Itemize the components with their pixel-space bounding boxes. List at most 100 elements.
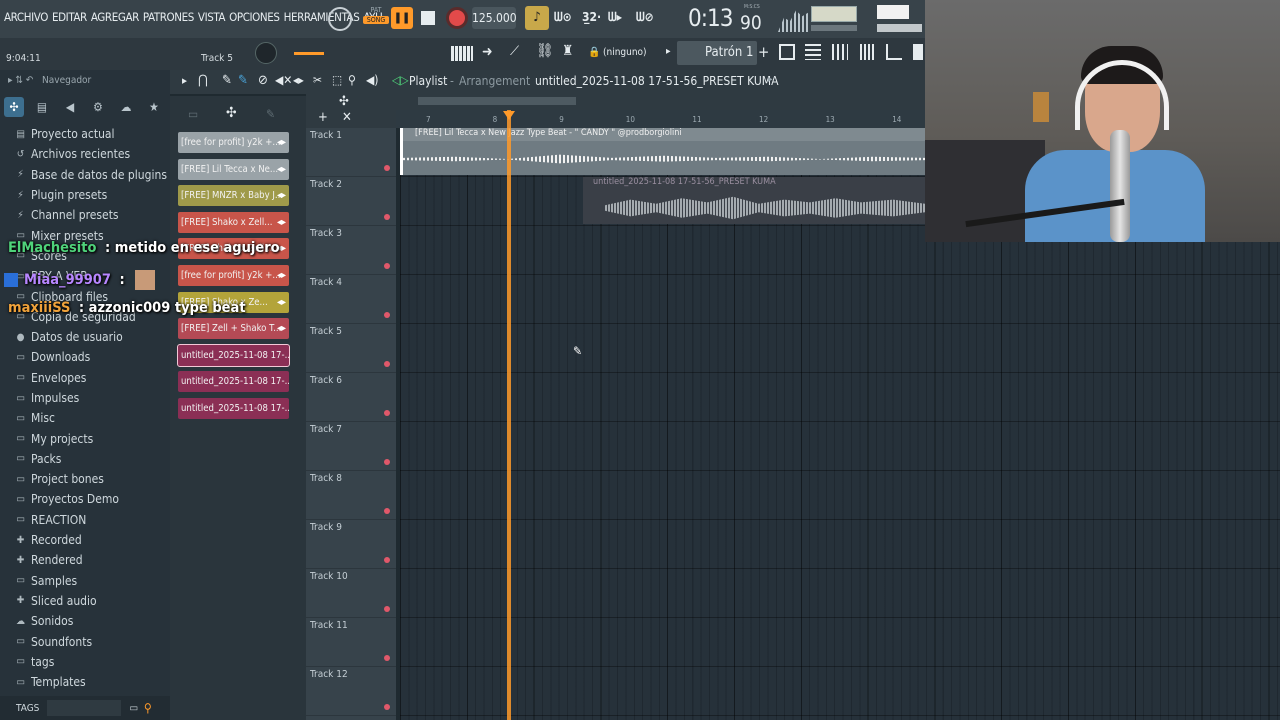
menu-patrones[interactable]: PATRONES [143, 10, 194, 28]
mute-tool-icon[interactable]: ◀✕ [275, 73, 292, 87]
browser-item[interactable]: ✚ Rendered [14, 550, 170, 570]
play-pattern-icon[interactable]: ▸ [666, 46, 671, 57]
track-led-icon[interactable] [384, 459, 390, 465]
pat-label[interactable]: PAT [363, 6, 389, 14]
close-track-icon[interactable]: ✕ [342, 110, 352, 125]
browser-item[interactable]: ▤ Proyecto actual [14, 124, 170, 144]
ghost-icon[interactable]: ▭ [188, 107, 198, 121]
track-led-icon[interactable] [384, 312, 390, 318]
countdown-icon[interactable]: 3̲2· [582, 10, 601, 24]
browser-item[interactable]: ⚡ Channel presets [14, 205, 170, 225]
browser-item[interactable]: ▭ Downloads [14, 347, 170, 367]
browser-item[interactable]: ▭ Project bones [14, 469, 170, 489]
piano-roll-icon[interactable] [451, 46, 473, 61]
add-pattern-icon[interactable]: + [758, 43, 769, 61]
clip-list-item[interactable]: untitled_2025-11-08 17-... [178, 371, 289, 393]
menu-archivo[interactable]: ARCHIVO [4, 10, 48, 28]
clip-list-item[interactable]: untitled_2025-11-08 17-... [177, 343, 290, 367]
browser-toggle-icon[interactable] [886, 44, 902, 60]
browser-item[interactable]: ▭ Impulses [14, 388, 170, 408]
browser-item[interactable]: ▭ Envelopes [14, 368, 170, 388]
browser-item[interactable]: ✚ Recorded [14, 530, 170, 550]
browser-item[interactable]: ▭ Samples [14, 571, 170, 591]
master-volume-knob-icon[interactable] [328, 7, 352, 31]
paint-tool-icon[interactable]: ✎ [238, 73, 248, 88]
browser-cloud-icon[interactable]: ☁ [116, 97, 136, 117]
clip-list-item[interactable]: [free for profit] y2k +... ◂▸ [178, 265, 289, 286]
loop-record-icon[interactable]: ᗯ⊘ [636, 10, 654, 25]
track-header[interactable]: Track 6 [306, 373, 396, 422]
tags-search-input[interactable] [47, 700, 122, 716]
browser-item[interactable]: ↺ Archivos recientes [14, 144, 170, 164]
tool-panel-icon[interactable] [913, 44, 923, 60]
browser-star-icon[interactable]: ★ [144, 97, 164, 117]
timeline-ruler[interactable]: 7 8 9 10 11 12 13 14 [396, 110, 925, 128]
time-display[interactable]: 0:13 M:S:CS 90 [688, 4, 770, 34]
track-header[interactable]: Track 11 [306, 618, 396, 667]
track-led-icon[interactable] [384, 557, 390, 563]
track-header[interactable]: Track 4 [306, 275, 396, 324]
pattern-selector[interactable]: Patrón 1 [677, 41, 757, 65]
track-header[interactable]: Track 2 [306, 177, 396, 226]
step-edit-icon[interactable]: ᗯ▸ [608, 10, 622, 25]
metronome-icon[interactable]: ♪ [525, 6, 549, 30]
clip-list-item[interactable]: [FREE] Lil Tecca x Ne... ◂▸ [178, 158, 289, 180]
browser-all-icon[interactable]: ✣ [4, 97, 24, 117]
browser-plugin-icon[interactable]: ⚙ [88, 97, 108, 117]
draw-tool-icon[interactable]: ✎ [222, 73, 232, 88]
track-header[interactable]: Track 5 [306, 324, 396, 373]
track-led-icon[interactable] [384, 508, 390, 514]
clip-list-item[interactable]: [FREE] MNZR x Baby J... ◂▸ [178, 185, 289, 207]
move-icon[interactable]: ✣ [226, 105, 237, 121]
add-track-icon[interactable]: + [318, 110, 328, 125]
clip-list-item[interactable]: [FREE] Zell + Shako T... ◂▸ [178, 318, 289, 340]
plugin-picker-icon[interactable] [860, 44, 876, 60]
scroll-bar[interactable] [418, 97, 576, 105]
browser-item[interactable]: ⚡ Plugin presets [14, 185, 170, 205]
browser-item[interactable]: ▭ Misc [14, 408, 170, 428]
playhead[interactable] [507, 110, 511, 720]
browser-item[interactable]: ✚ Sliced audio [14, 591, 170, 611]
stop-button[interactable] [421, 11, 435, 25]
track-header[interactable]: Track 3 [306, 226, 396, 275]
channel-rack-icon[interactable] [805, 44, 821, 60]
playhead-marker-icon[interactable] [503, 111, 515, 120]
track-led-icon[interactable] [384, 263, 390, 269]
track-header[interactable]: Track 10 [306, 569, 396, 618]
scroll-move-icon[interactable]: ✣ [339, 94, 349, 109]
news-panel[interactable] [877, 5, 909, 19]
search-icon[interactable]: ⚲ [144, 701, 152, 715]
select-tool-icon[interactable]: ⬚ [332, 73, 342, 87]
pause-button[interactable]: ❚❚ [391, 7, 413, 29]
track-header[interactable]: Track 9 [306, 520, 396, 569]
browser-speaker-icon[interactable]: ◀ [60, 97, 80, 117]
delete-tool-icon[interactable]: ⊘ [258, 73, 268, 88]
record-button[interactable] [446, 7, 468, 29]
mixer-view-icon[interactable] [832, 44, 848, 60]
slice-tool-icon[interactable]: ✂ [313, 73, 322, 87]
menu-vista[interactable]: VISTA [198, 10, 226, 28]
lock-icon[interactable]: 🔒 [588, 47, 600, 58]
pat-song-switch[interactable]: PAT SONG [363, 6, 389, 32]
track-led-icon[interactable] [384, 606, 390, 612]
browser-item[interactable]: ▭ Proyectos Demo [14, 489, 170, 509]
track-header[interactable]: Track 8 [306, 471, 396, 520]
tempo-display[interactable]: 125.000 [472, 7, 517, 29]
link-icon[interactable]: ⛓ [536, 43, 554, 59]
magnet-icon[interactable]: ⋂ [198, 73, 208, 88]
zoom-tool-icon[interactable]: ⚲ [348, 73, 356, 87]
track-led-icon[interactable] [384, 214, 390, 220]
browser-item[interactable]: ▭ REACTION [14, 510, 170, 530]
browser-item[interactable]: ▭ My projects [14, 428, 170, 448]
mixer-icon[interactable]: ♜ [562, 43, 573, 59]
browser-item[interactable]: ● Datos de usuario [14, 327, 170, 347]
audio-clip-1[interactable]: [FREE] Lil Tecca x New Jazz Type Beat - … [400, 128, 925, 175]
playlist-play-icon[interactable]: ◁▷ [392, 73, 409, 87]
browser-item[interactable]: ▭ Packs [14, 449, 170, 469]
clip-list-item[interactable]: untitled_2025-11-08 17-... [178, 398, 289, 419]
track-header[interactable]: Track 12 [306, 667, 396, 716]
track-led-icon[interactable] [384, 165, 390, 171]
none-selector[interactable]: (ninguno) [603, 47, 647, 58]
track-header[interactable]: Track 1 [306, 128, 396, 177]
browser-item[interactable]: ⚡ Base de datos de plugins [14, 165, 170, 185]
